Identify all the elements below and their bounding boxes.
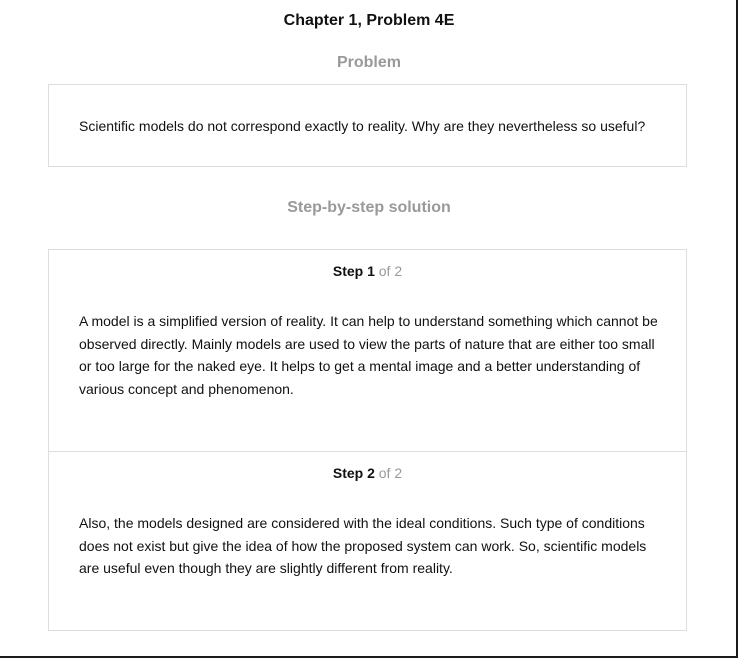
problem-heading: Problem: [336, 54, 401, 71]
step-2-label: Step 2: [332, 465, 375, 481]
solution-heading: Step-by-step solution: [287, 199, 451, 216]
step-1-label: Step 1: [332, 263, 375, 279]
page-title: Chapter 1, Problem 4E: [283, 12, 455, 29]
step-1-header: Step 1 of 2: [49, 263, 686, 279]
problem-card: Scientific models do not correspond exac…: [48, 84, 687, 167]
problem-text: Scientific models do not correspond exac…: [79, 118, 646, 134]
step-1-count: of 2: [378, 263, 403, 279]
step-2-text: Also, the models designed are considered…: [79, 515, 647, 576]
step-2-count: of 2: [378, 465, 403, 481]
solution-card: Step 1 of 2 A model is a simplified vers…: [48, 249, 687, 631]
step-1-text: A model is a simplified version of reali…: [79, 313, 658, 397]
step-2-header: Step 2 of 2: [49, 465, 686, 481]
step-divider: [49, 451, 686, 452]
